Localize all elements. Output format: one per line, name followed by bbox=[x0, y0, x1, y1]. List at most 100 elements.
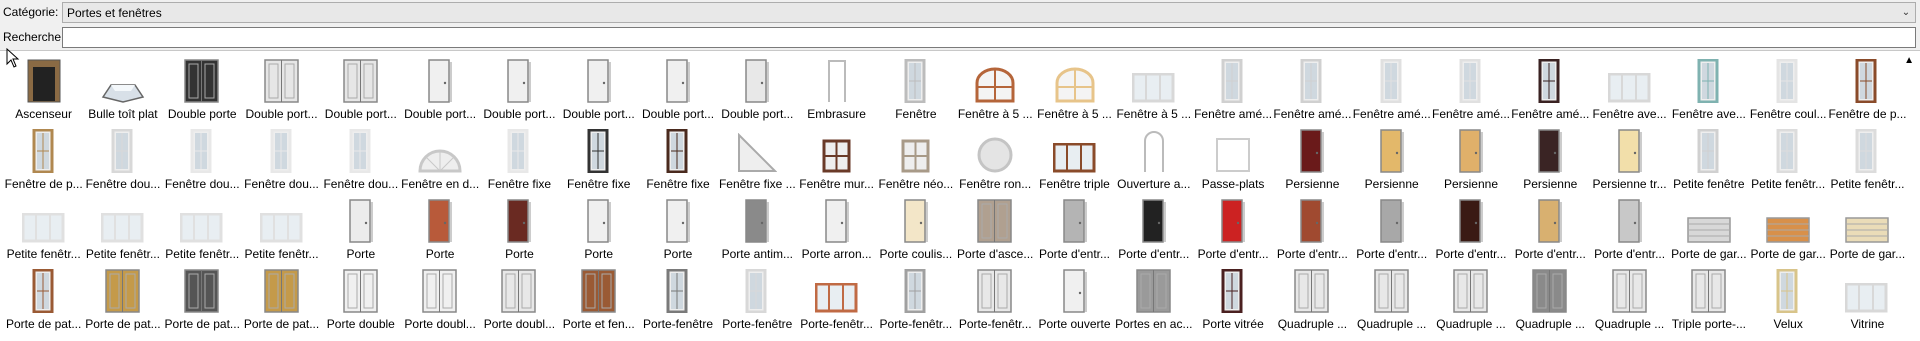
catalog-item[interactable]: Porte bbox=[321, 193, 400, 263]
catalog-item-thumbnail bbox=[270, 125, 294, 173]
catalog-item[interactable]: Petite fenêtr... bbox=[1749, 123, 1828, 193]
catalog-item[interactable]: Petite fenêtr... bbox=[83, 193, 162, 263]
catalog-item[interactable]: Fenêtre de p... bbox=[4, 123, 83, 193]
catalog-item[interactable]: Fenêtre dou... bbox=[163, 123, 242, 193]
catalog-item[interactable]: Passe-plats bbox=[1193, 123, 1272, 193]
catalog-item[interactable]: Porte de pat... bbox=[4, 263, 83, 333]
catalog-item[interactable]: Fenêtre ron... bbox=[956, 123, 1035, 193]
catalog-item[interactable]: Porte d'entr... bbox=[1511, 193, 1590, 263]
catalog-item[interactable]: Double port... bbox=[242, 53, 321, 123]
catalog-item[interactable]: Petite fenêtr... bbox=[1828, 123, 1907, 193]
catalog-item[interactable]: Porte arron... bbox=[797, 193, 876, 263]
catalog-item[interactable]: Porte d'asce... bbox=[956, 193, 1035, 263]
catalog-item[interactable]: Porte double bbox=[321, 263, 400, 333]
catalog-item[interactable]: Double port... bbox=[400, 53, 479, 123]
catalog-item[interactable]: Double port... bbox=[321, 53, 400, 123]
catalog-item[interactable]: Porte d'entr... bbox=[1035, 193, 1114, 263]
catalog-item[interactable]: Quadruple ... bbox=[1352, 263, 1431, 333]
catalog-item[interactable]: Fenêtre triple bbox=[1035, 123, 1114, 193]
catalog-item[interactable]: Fenêtre ave... bbox=[1669, 53, 1748, 123]
catalog-item[interactable]: Porte d'entr... bbox=[1193, 193, 1272, 263]
catalog-item[interactable]: Porte-fenêtre bbox=[718, 263, 797, 333]
catalog-item[interactable]: Fenêtre amé... bbox=[1511, 53, 1590, 123]
catalog-item[interactable]: Fenêtre à 5 ... bbox=[1035, 53, 1114, 123]
catalog-item[interactable]: Porte coulis... bbox=[876, 193, 955, 263]
catalog-item[interactable]: Porte d'entr... bbox=[1114, 193, 1193, 263]
catalog-item[interactable]: Bulle toît plat bbox=[83, 53, 162, 123]
catalog-item[interactable]: Petite fenêtr... bbox=[163, 193, 242, 263]
catalog-item[interactable]: Fenêtre fixe bbox=[638, 123, 717, 193]
catalog-item[interactable]: Double port... bbox=[480, 53, 559, 123]
catalog-item[interactable]: Fenêtre à 5 ... bbox=[1114, 53, 1193, 123]
catalog-item[interactable]: Porte d'entr... bbox=[1590, 193, 1669, 263]
catalog-item[interactable]: Porte et fen... bbox=[559, 263, 638, 333]
catalog-item[interactable]: Fenêtre fixe bbox=[480, 123, 559, 193]
catalog-item[interactable]: Fenêtre mur... bbox=[797, 123, 876, 193]
catalog-item[interactable]: Porte-fenêtr... bbox=[797, 263, 876, 333]
catalog-item[interactable]: Porte de pat... bbox=[83, 263, 162, 333]
search-input[interactable] bbox=[62, 27, 1916, 48]
catalog-item[interactable]: Porte bbox=[480, 193, 559, 263]
catalog-item[interactable]: Fenêtre ave... bbox=[1590, 53, 1669, 123]
catalog-item[interactable]: Fenêtre amé... bbox=[1431, 53, 1510, 123]
catalog-item[interactable]: Persienne bbox=[1511, 123, 1590, 193]
catalog-item[interactable]: Porte-fenêtr... bbox=[876, 263, 955, 333]
catalog-item[interactable]: Double port... bbox=[718, 53, 797, 123]
catalog-item[interactable]: Fenêtre en d... bbox=[400, 123, 479, 193]
catalog-item[interactable]: Porte bbox=[559, 193, 638, 263]
catalog-item[interactable]: Porte ouverte bbox=[1035, 263, 1114, 333]
catalog-item[interactable]: Fenêtre bbox=[876, 53, 955, 123]
catalog-item[interactable]: Quadruple ... bbox=[1431, 263, 1510, 333]
catalog-item[interactable]: Porte de pat... bbox=[242, 263, 321, 333]
catalog-item[interactable]: Petite fenêtr... bbox=[4, 193, 83, 263]
catalog-item[interactable]: Fenêtre fixe bbox=[559, 123, 638, 193]
catalog-item[interactable]: Petite fenêtr... bbox=[242, 193, 321, 263]
catalog-item[interactable]: Porte doubl... bbox=[400, 263, 479, 333]
catalog-item[interactable]: Double porte bbox=[163, 53, 242, 123]
catalog-item[interactable]: Porte bbox=[400, 193, 479, 263]
catalog-item[interactable]: Fenêtre amé... bbox=[1352, 53, 1431, 123]
catalog-item[interactable]: Fenêtre néo... bbox=[876, 123, 955, 193]
catalog-item[interactable]: Fenêtre coul... bbox=[1749, 53, 1828, 123]
catalog-item[interactable]: Quadruple ... bbox=[1590, 263, 1669, 333]
catalog-item[interactable]: Quadruple ... bbox=[1273, 263, 1352, 333]
catalog-item[interactable]: Persienne tr... bbox=[1590, 123, 1669, 193]
catalog-item[interactable]: Fenêtre fixe ... bbox=[718, 123, 797, 193]
catalog-item[interactable]: Porte d'entr... bbox=[1431, 193, 1510, 263]
catalog-item[interactable]: Persienne bbox=[1431, 123, 1510, 193]
catalog-item[interactable]: Porte antim... bbox=[718, 193, 797, 263]
catalog-item[interactable]: Fenêtre de p... bbox=[1828, 53, 1907, 123]
catalog-item[interactable]: Double port... bbox=[638, 53, 717, 123]
catalog-item[interactable]: Petite fenêtre bbox=[1669, 123, 1748, 193]
catalog-item[interactable]: Ouverture a... bbox=[1114, 123, 1193, 193]
catalog-item[interactable]: Vitrine bbox=[1828, 263, 1907, 333]
category-select[interactable]: Portes et fenêtres ⌄ bbox=[62, 2, 1916, 23]
catalog-item[interactable]: Quadruple ... bbox=[1511, 263, 1590, 333]
catalog-item[interactable]: Porte vitrée bbox=[1193, 263, 1272, 333]
catalog-item[interactable]: Fenêtre dou... bbox=[242, 123, 321, 193]
catalog-item[interactable]: Porte-fenêtr... bbox=[956, 263, 1035, 333]
catalog-item[interactable]: Fenêtre dou... bbox=[321, 123, 400, 193]
catalog-item[interactable]: Porte d'entr... bbox=[1273, 193, 1352, 263]
catalog-item[interactable]: Fenêtre amé... bbox=[1193, 53, 1272, 123]
catalog-item[interactable]: Porte de gar... bbox=[1828, 193, 1907, 263]
catalog-item[interactable]: Persienne bbox=[1352, 123, 1431, 193]
catalog-item[interactable]: Fenêtre dou... bbox=[83, 123, 162, 193]
catalog-item[interactable]: Porte d'entr... bbox=[1352, 193, 1431, 263]
catalog-item[interactable]: Embrasure bbox=[797, 53, 876, 123]
catalog-item[interactable]: Porte doubl... bbox=[480, 263, 559, 333]
catalog-item[interactable]: Porte de pat... bbox=[163, 263, 242, 333]
catalog-item[interactable]: Persienne bbox=[1273, 123, 1352, 193]
catalog-item[interactable]: Porte bbox=[638, 193, 717, 263]
catalog-item[interactable]: Double port... bbox=[559, 53, 638, 123]
scroll-up-icon[interactable]: ▲ bbox=[1904, 55, 1914, 66]
catalog-item[interactable]: Porte de gar... bbox=[1749, 193, 1828, 263]
catalog-item[interactable]: Fenêtre amé... bbox=[1273, 53, 1352, 123]
catalog-item[interactable]: Triple porte-... bbox=[1669, 263, 1748, 333]
catalog-item[interactable]: Porte de gar... bbox=[1669, 193, 1748, 263]
catalog-item[interactable]: Velux bbox=[1749, 263, 1828, 333]
catalog-item[interactable]: Portes en ac... bbox=[1114, 263, 1193, 333]
catalog-item[interactable]: Fenêtre à 5 ... bbox=[956, 53, 1035, 123]
catalog-item[interactable]: Porte-fenêtre bbox=[638, 263, 717, 333]
chevron-down-icon[interactable]: ⌄ bbox=[1897, 7, 1915, 18]
